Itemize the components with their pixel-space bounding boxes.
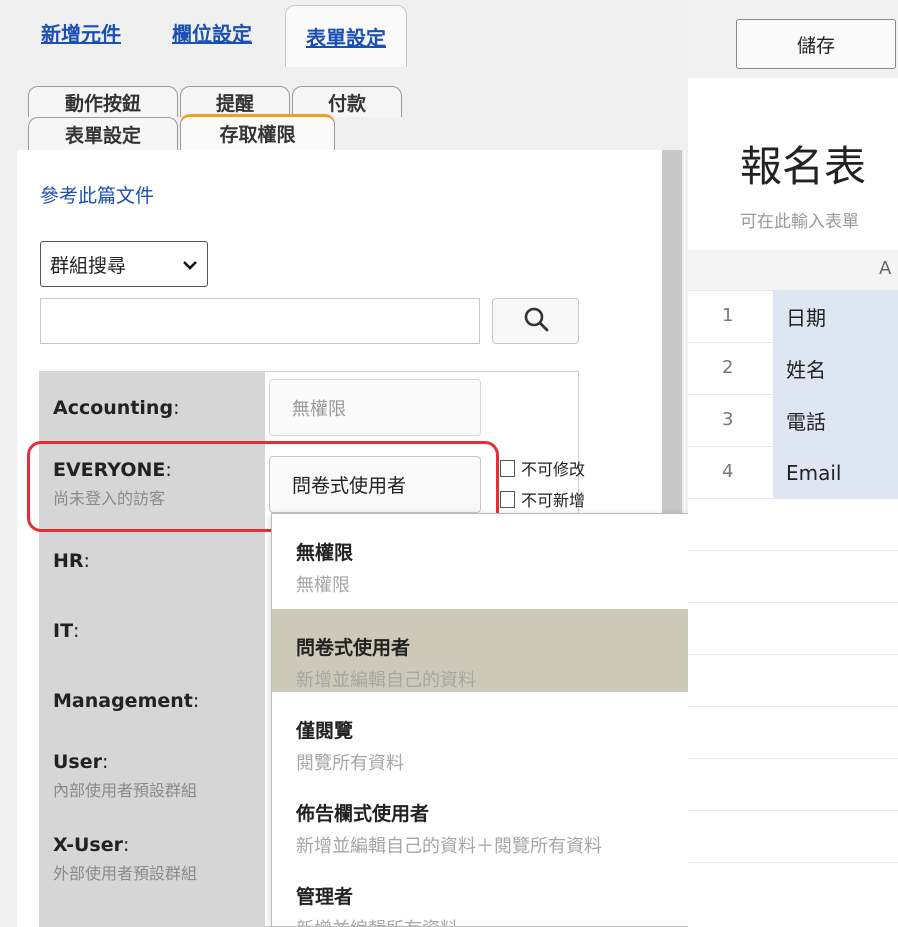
- checkbox-no-edit[interactable]: 不可修改: [500, 456, 585, 480]
- row-number: 2: [722, 357, 734, 378]
- group-colon: :: [122, 834, 130, 856]
- checkbox-label: 不可新增: [521, 491, 586, 510]
- group-colon: :: [173, 397, 180, 419]
- group-colon: :: [73, 620, 80, 642]
- group-row-it: IT:: [53, 620, 79, 642]
- grid-line: [688, 862, 898, 863]
- subtab-form-settings[interactable]: 表單設定: [28, 117, 178, 150]
- tab-field-settings[interactable]: 欄位設定: [172, 0, 252, 65]
- group-row-accounting: Accounting:: [53, 397, 179, 419]
- group-name: Accounting: [53, 397, 174, 419]
- subtab-reminders[interactable]: 提醒: [180, 86, 290, 117]
- tab-add-element[interactable]: 新增元件: [41, 0, 121, 65]
- group-colon: :: [192, 690, 200, 712]
- reference-doc-link[interactable]: 參考此篇文件: [40, 181, 154, 208]
- row-number: 4: [722, 461, 734, 482]
- group-name: HR: [53, 550, 84, 572]
- form-title: 報名表: [740, 142, 867, 191]
- form-field-cell[interactable]: 姓名: [773, 343, 898, 394]
- group-name: X-User: [53, 834, 123, 856]
- group-row-management: Management:: [53, 690, 199, 712]
- checkbox-label: 不可修改: [521, 460, 586, 479]
- group-description: 外部使用者預設群組: [53, 864, 198, 883]
- group-description: 內部使用者預設群組: [53, 781, 198, 800]
- group-colon: :: [83, 550, 90, 572]
- row-number: 1: [722, 305, 734, 326]
- tab-form-settings[interactable]: 表單設定: [285, 5, 407, 67]
- form-field-cell[interactable]: 日期: [773, 291, 898, 342]
- grid-line: [688, 550, 898, 551]
- form-field-cell[interactable]: Email: [773, 447, 898, 498]
- group-row-hr: HR:: [53, 550, 90, 572]
- group-name: IT: [53, 620, 74, 642]
- subtab-payment[interactable]: 付款: [292, 86, 402, 117]
- subtab-access-permissions[interactable]: 存取權限: [180, 114, 335, 150]
- form-field-cell[interactable]: 電話: [773, 395, 898, 446]
- group-name: Management: [53, 690, 193, 712]
- grid-line: [688, 498, 898, 499]
- grid-line: [688, 602, 898, 603]
- chevron-down-icon: [183, 253, 197, 275]
- grid-line: [688, 706, 898, 707]
- form-subtitle: 可在此輸入表單: [740, 212, 859, 232]
- group-colon: :: [102, 751, 109, 773]
- group-search-input[interactable]: [40, 298, 480, 344]
- permission-select-accounting[interactable]: 無權限: [269, 379, 481, 436]
- grid-line: [688, 654, 898, 655]
- grid-line: [688, 758, 898, 759]
- checkbox-no-add[interactable]: 不可新增: [500, 487, 585, 511]
- group-search-selected: 群組搜尋: [50, 254, 127, 277]
- group-name: User: [53, 751, 102, 773]
- save-button[interactable]: 儲存: [736, 19, 896, 69]
- group-row-user: User: 內部使用者預設群組: [53, 751, 197, 801]
- group-search-select[interactable]: 群組搜尋: [40, 241, 208, 287]
- search-button[interactable]: [492, 298, 579, 344]
- grid-line: [688, 810, 898, 811]
- checkbox-box[interactable]: [500, 490, 515, 508]
- row-number: 3: [722, 409, 734, 430]
- search-icon: [523, 306, 549, 336]
- grid-column-header: [688, 250, 898, 290]
- group-row-x-user: X-User: 外部使用者預設群組: [53, 834, 197, 884]
- checkbox-box[interactable]: [500, 459, 515, 477]
- column-label: A: [879, 258, 892, 279]
- subtab-action-buttons[interactable]: 動作按鈕: [28, 86, 178, 117]
